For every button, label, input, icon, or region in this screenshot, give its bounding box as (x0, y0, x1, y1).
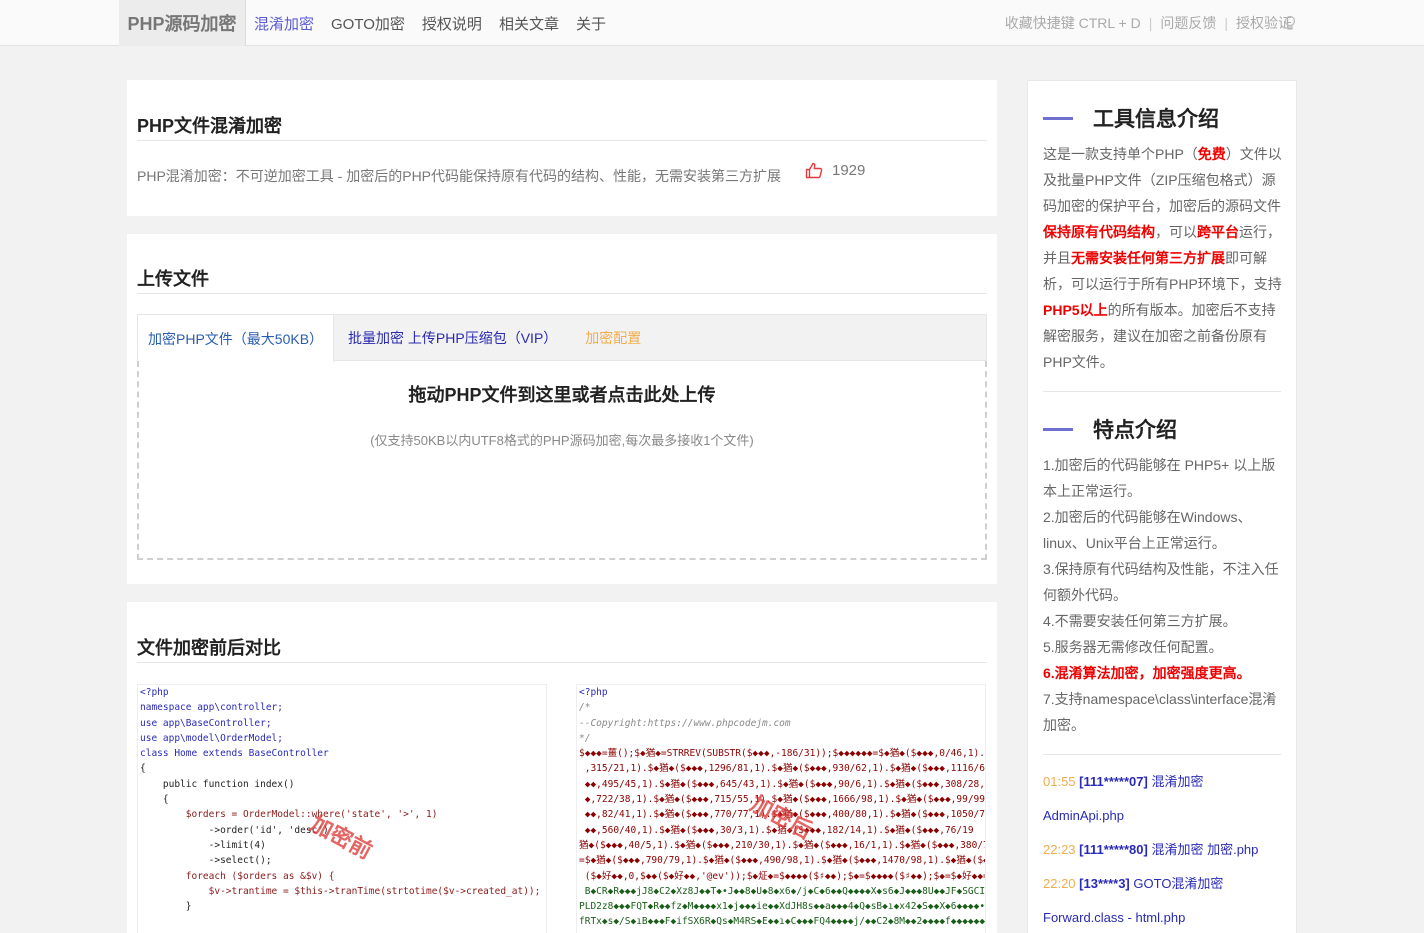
tab-encrypt-config[interactable]: 加密配置 (567, 315, 651, 361)
nav-link-license[interactable]: 授权说明 (422, 13, 482, 34)
log-file[interactable]: AdminApi.php (1043, 807, 1288, 824)
separator: | (1148, 15, 1153, 31)
nav-link-articles[interactable]: 相关文章 (499, 13, 559, 34)
upload-card: 上传文件 加密PHP文件（最大50KB） 批量加密 上传PHP压缩包（VIP） … (127, 234, 997, 584)
lightbulb-icon[interactable] (1284, 15, 1296, 31)
log-entry[interactable]: 22:20 [13****3] GOTO混淆加密 Forward.class - … (1043, 875, 1288, 926)
feature-item: 3.保持原有代码结构及性能，不注入任何额外代码。 (1043, 561, 1279, 603)
divider (1043, 391, 1281, 392)
nav-link-goto[interactable]: GOTO加密 (331, 13, 405, 34)
highlight-text: 跨平台 (1197, 224, 1239, 240)
code-line: foreach ($orders as &$v) { (140, 870, 335, 882)
code-line: ◆◆,495/45,1).$◆猶◆($◆◆◆,645/43,1).$◆猶◆($◆… (579, 778, 986, 790)
like-count: 1929 (832, 162, 866, 179)
top-navbar: PHP源码加密 混淆加密 GOTO加密 授权说明 相关文章 关于 收藏快捷键 C… (0, 0, 1424, 46)
code-line: <?php (140, 687, 169, 698)
heading-bar (1043, 116, 1073, 120)
separator: | (1224, 15, 1228, 31)
nav-right: 收藏快捷键 CTRL + D | 问题反馈 | 授权验证 (1005, 0, 1292, 46)
highlight-text: 保持原有代码结构 (1043, 224, 1155, 240)
divider (1043, 754, 1281, 755)
log-time: 22:20 (1043, 876, 1076, 891)
like-button[interactable]: 1929 (805, 162, 865, 179)
feature-item: 4.不需要安装任何第三方扩展。 (1043, 613, 1237, 629)
feature-item: 5.服务器无需修改任何配置。 (1043, 639, 1223, 655)
page-title: PHP文件混淆加密 (137, 116, 283, 136)
intro-text-part: ，可以 (1155, 224, 1197, 240)
code-line: use app\BaseController; (140, 717, 272, 729)
brand-logo[interactable]: PHP源码加密 (119, 0, 246, 46)
code-line: ,315/21,1).$◆猶◆($◆◆◆,1296/81,1).$◆猶◆($◆◆… (579, 763, 986, 775)
code-line: fRTx◆s◆/S◆ıB◆◆◆F◆ifSX6R◆Qs◆M4RS◆E◆◆ı◆C◆◆… (579, 916, 986, 928)
features-list: 1.加密后的代码能够在 PHP5+ 以上版本上正常运行。 2.加密后的代码能够在W… (1043, 452, 1285, 738)
code-line: } (140, 901, 192, 913)
log-time: 22:23 (1043, 842, 1076, 857)
code-line: /* (579, 702, 591, 714)
tab-batch-encrypt[interactable]: 批量加密 上传PHP压缩包（VIP） (334, 315, 567, 361)
feature-item: 1.加密后的代码能够在 PHP5+ 以上版本上正常运行。 (1043, 457, 1276, 499)
log-entry[interactable]: 01:55 [111*****07] 混淆加密 AdminApi.php (1043, 773, 1288, 824)
log-msg: 混淆加密 (1151, 774, 1204, 789)
upload-tabs: 加密PHP文件（最大50KB） 批量加密 上传PHP压缩包（VIP） 加密配置 (137, 314, 987, 362)
main-nav: 混淆加密 GOTO加密 授权说明 相关文章 关于 (254, 0, 623, 46)
compare-title: 文件加密前后对比 (137, 638, 281, 658)
divider (137, 293, 987, 294)
code-line: $◆◆◆=薑();$◆猶◆=STRREV(SUBSTR($◆◆◆,-186/31… (579, 748, 986, 760)
highlight-text: PHP5以上 (1043, 302, 1108, 318)
feature-item: 2.加密后的代码能够在Windows、linux、Unix平台上正常运行。 (1043, 509, 1252, 551)
code-line: =$◆猶◆($◆◆◆,790/79,1).$◆猶◆($◆◆◆,490/98,1)… (579, 855, 986, 867)
log-who: [111*****80] (1079, 842, 1148, 857)
heading-bar (1043, 427, 1073, 431)
intro-heading: 工具信息介绍 (1043, 103, 1219, 133)
compare-card: 文件加密前后对比 <?php namespace app\controller; u… (127, 602, 997, 933)
log-msg: 混淆加密 加密.php (1151, 842, 1259, 857)
log-file[interactable]: Forward.class - html.php (1043, 909, 1288, 926)
code-line: { (140, 794, 169, 806)
bookmark-hint: 收藏快捷键 CTRL + D (1004, 15, 1141, 31)
highlight-text: 免费 (1197, 146, 1226, 162)
sidebar: 工具信息介绍 这是一款支持单个PHP（免费）文件以及批量PHP文件（ZIP压缩包… (1027, 80, 1297, 933)
thumbs-up-icon (805, 162, 823, 179)
log-who: [13****3] (1079, 876, 1130, 891)
features-heading: 特点介绍 (1043, 414, 1177, 444)
code-line: ($◆好◆◆,0,$◆◆($◆好◆◆,'@ev'));$◆炡◆=$◆◆◆◆($♯… (579, 870, 986, 882)
feature-item: 6.混淆算法加密，加密强度更高。 (1043, 665, 1251, 681)
nav-link-about[interactable]: 关于 (576, 13, 606, 34)
code-before: <?php namespace app\controller; use app\Ba… (137, 684, 547, 933)
intro-text-part: 这是一款支持单个PHP（ (1043, 146, 1198, 162)
dropzone-hint: (仅支持50KB以内UTF8格式的PHP源码加密,每次最多接收1个文件) (370, 433, 754, 448)
upload-title: 上传文件 (137, 269, 209, 289)
highlight-text: 无需安装任何第三方扩展 (1071, 250, 1225, 266)
divider (137, 662, 987, 663)
log-msg: GOTO混淆加密 (1133, 876, 1224, 891)
nav-link-obfuscate[interactable]: 混淆加密 (254, 13, 314, 34)
code-line: <?php (579, 687, 608, 698)
log-entry[interactable]: 22:23 [111*****80] 混淆加密 加密.php (1043, 841, 1288, 858)
intro-text: 这是一款支持单个PHP（免费）文件以及批量PHP文件（ZIP压缩包格式）源码加密… (1043, 141, 1285, 375)
log-who: [111*****07] (1079, 774, 1148, 789)
code-line: PLD2z8◆◆◆FQT◆R◆◆fz◆M◆◆◆◆x1◆j◆◆◆ie◆◆XdJH8… (579, 901, 986, 913)
tool-header-card: PHP文件混淆加密 PHP混淆加密：不可逆加密工具 - 加密后的PHP代码能保持… (127, 80, 997, 216)
code-line: ->select(); (140, 855, 272, 867)
file-dropzone[interactable]: 拖动PHP文件到这里或者点击此处上传 (仅支持50KB以内UTF8格式的PHP源… (137, 361, 987, 560)
code-line: */ (579, 732, 591, 744)
tool-description: PHP混淆加密：不可逆加密工具 - 加密后的PHP代码能保持原有代码的结构、性能… (137, 168, 782, 184)
code-line: $v->trantime = $this->tranTime(strtotime… (140, 885, 541, 897)
feedback-link[interactable]: 问题反馈 (1160, 13, 1216, 33)
code-line: namespace app\controller; (140, 702, 283, 714)
divider (137, 140, 987, 141)
log-time: 01:55 (1043, 774, 1076, 789)
code-line: use app\model\OrderModel; (140, 732, 283, 744)
features-title: 特点介绍 (1093, 419, 1177, 442)
intro-title: 工具信息介绍 (1093, 108, 1219, 131)
dropzone-instruction: 拖动PHP文件到这里或者点击此处上传 (408, 385, 716, 405)
tab-encrypt-file[interactable]: 加密PHP文件（最大50KB） (138, 315, 335, 362)
code-line: B◆CR◆R◆◆◆jJ8◆C2◆Xz8J◆◆T◆•J◆◆8◆U◆8◆x6◆/j◆… (579, 885, 986, 897)
code-line: --Copyright:https://www.phpcodejm.com (579, 717, 791, 729)
feature-item: 7.支持namespace\class\interface混淆加密。 (1043, 691, 1277, 733)
code-line: { (140, 763, 146, 775)
code-line: 猶◆($◆◆◆,40/5,1).$◆猶◆($◆◆◆,210/30,1).$◆猶◆… (579, 839, 986, 851)
code-line: class Home extends BaseController (140, 748, 329, 760)
code-line: public function index() (140, 778, 295, 790)
